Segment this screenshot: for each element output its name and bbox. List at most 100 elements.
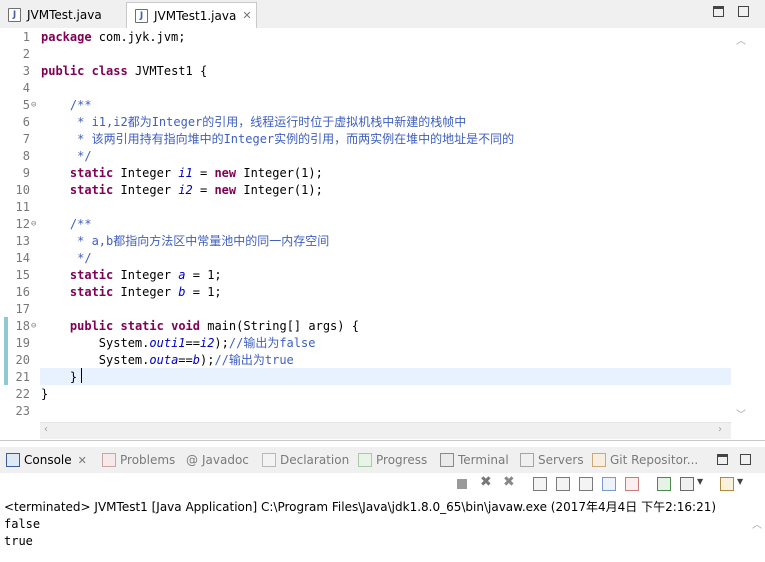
console-toolbar: ✖ ✖ ▼ ▼ [0,473,765,495]
line-number: 17 [15,302,30,316]
fold-toggle-icon[interactable]: ⊖ [31,318,36,335]
line-number: 14 [15,251,30,265]
text-cursor [81,368,82,383]
terminated-status: <terminated> JVMTest1 [Java Application]… [4,500,717,514]
line-number: 8 [22,149,30,163]
line-number: 2 [22,47,30,61]
line-number: 20 [15,353,30,367]
code-line: 5 ⊖ /** [0,97,730,114]
line-number: 7 [22,132,30,146]
line-number: 11 [15,200,30,214]
code-line: 17 [0,301,730,318]
code-line: 16 static Integer b = 1; [0,284,730,301]
code-line: 15 static Integer a = 1; [0,267,730,284]
line-number: 21 [15,370,30,384]
line-number: 12 [15,217,30,231]
chevron-down-icon[interactable]: ▼ [737,477,745,491]
problems-icon [102,453,116,467]
code-text: package com.jyk.jvm; [41,30,186,44]
remove-launch-icon[interactable]: ✖ [480,474,494,490]
console-vertical-scrollbar[interactable]: ︿ [749,514,765,561]
maximize-button[interactable] [738,6,749,17]
tab-label: Javadoc [202,453,249,467]
tab-declaration[interactable]: Declaration [262,453,349,467]
word-wrap-icon[interactable] [579,477,593,491]
tab-terminal[interactable]: Terminal [440,453,509,467]
line-number: 19 [15,336,30,350]
tab-label: JVMTest1.java [154,8,237,23]
tab-label: Console [24,453,72,467]
scroll-lock-icon[interactable] [556,477,570,491]
terminate-icon[interactable] [457,479,467,489]
code-text: static Integer i1 = new Integer(1); [69,166,323,180]
code-line: 6 * i1,i2都为Integer的引用，线程运行时位于虚拟机栈中新建的栈帧中 [0,114,730,131]
tab-label: Servers [538,453,584,467]
code-text: } [41,370,78,384]
fold-toggle-icon[interactable]: ⊖ [31,97,36,114]
scroll-down-icon[interactable]: ﹀ [736,406,746,421]
code-line: 10 static Integer i2 = new Integer(1); [0,182,730,199]
console-output-line: true [4,534,33,548]
tab-problems[interactable]: Problems [102,453,175,467]
code-line: 22} [0,386,730,403]
editor-horizontal-scrollbar[interactable]: ‹ › [40,422,731,439]
scroll-left-icon[interactable]: ‹ [44,424,48,435]
java-file-icon: J [135,8,148,23]
declaration-icon [262,453,276,467]
tab-progress[interactable]: Progress [358,453,427,467]
line-number: 18 [15,319,30,333]
close-icon[interactable]: ✕ [78,454,87,467]
minimize-button[interactable] [713,6,724,17]
code-text: System.outi1==i2);//输出为false [41,336,316,350]
tab-javadoc[interactable]: @ Javadoc [186,453,249,467]
show-console-on-output-icon[interactable] [602,477,616,491]
code-line: 18 ⊖ public static void main(String[] arg… [0,318,730,335]
chevron-down-icon[interactable]: ▼ [697,477,705,491]
tab-git-repositories[interactable]: Git Repositor... [592,453,698,467]
code-text: */ [77,149,92,163]
line-number: 6 [22,115,30,129]
code-text: public class JVMTest1 { [41,64,208,78]
tab-label: Terminal [458,453,509,467]
console-output-line: false [4,517,41,531]
show-console-on-error-icon[interactable] [625,477,639,491]
git-icon [592,453,606,467]
open-console-icon[interactable] [720,477,734,491]
scroll-up-icon[interactable]: ︿ [752,516,762,531]
display-selected-console-icon[interactable] [680,477,694,491]
line-number: 5 [22,98,30,112]
scroll-right-icon[interactable]: › [718,424,722,435]
line-number: 10 [15,183,30,197]
editor-vertical-scrollbar[interactable]: ︿ ﹀ [731,28,749,425]
tab-label: Problems [120,453,176,467]
line-number: 23 [15,404,30,418]
code-line: 20 System.outa==b);//输出为true [0,352,730,369]
code-text: System.outa==b);//输出为true [41,353,294,367]
clear-console-icon[interactable] [533,477,547,491]
close-icon[interactable]: ✕ [242,9,251,22]
code-line: 7 * 该两引用持有指向堆中的Integer实例的引用，而两实例在堆中的地址是不… [0,131,730,148]
console-output[interactable]: false true [4,516,40,550]
tab-label: Git Repositor... [610,453,699,467]
javadoc-icon: @ [186,453,198,467]
line-number: 13 [15,234,30,248]
code-text: * 该两引用持有指向堆中的Integer实例的引用，而两实例在堆中的地址是不同的 [77,132,515,146]
code-line: 4 [0,80,730,97]
code-line: 8 */ [0,148,730,165]
tab-jvmtest-java[interactable]: J JVMTest.java [0,3,122,27]
code-text: } [41,387,49,401]
code-line: 11 [0,199,730,216]
code-text: static Integer b = 1; [69,285,222,299]
maximize-button[interactable] [740,454,751,465]
line-number: 22 [15,387,30,401]
remove-all-terminated-icon[interactable]: ✖ [503,474,517,490]
tab-console[interactable]: Console ✕ [6,453,87,467]
scroll-up-icon[interactable]: ︿ [736,32,746,47]
code-line: 19 System.outi1==i2);//输出为false [0,335,730,352]
fold-toggle-icon[interactable]: ⊖ [31,216,36,233]
tab-label: Progress [376,453,428,467]
pin-console-icon[interactable] [657,477,671,491]
minimize-button[interactable] [717,454,728,465]
tab-servers[interactable]: Servers [520,453,584,467]
tab-jvmtest1-java[interactable]: J JVMTest1.java ✕ [126,2,257,28]
